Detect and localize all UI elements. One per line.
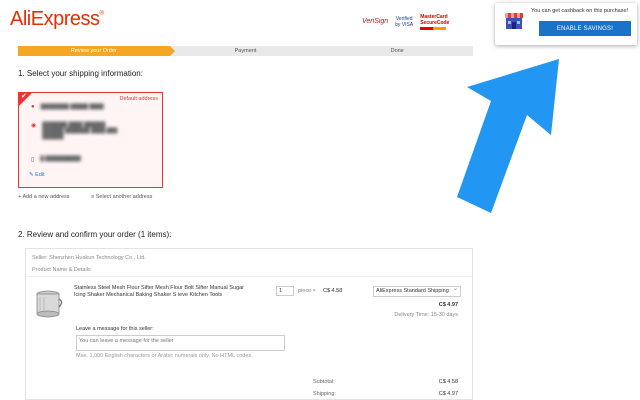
message-hint: Max. 1,000 English characters or Arabic …: [76, 353, 253, 359]
enable-savings-button[interactable]: ENABLE SAVINGS!: [539, 21, 631, 36]
delivery-time: Delivery Time: 15-30 days: [394, 312, 458, 318]
product-details-header: Product Name & Details: [32, 267, 91, 273]
aliexpress-logo[interactable]: AliExpress®: [10, 8, 104, 31]
select-another-address-link[interactable]: ≡ Select another address: [91, 194, 152, 200]
shipping-total-label: Shipping:: [313, 391, 336, 397]
divider: [26, 276, 472, 277]
address-phone-redacted: █ ██████████: [40, 156, 81, 162]
checkout-steps: Review your Order Payment Done: [18, 46, 474, 56]
product-name[interactable]: Stainless Steel Mesh Flour Sifter Mesh F…: [74, 285, 246, 299]
step-payment: Payment: [169, 46, 322, 56]
address-street-redacted: ███████ ████ ██████ ██████ ███████ ████ █…: [42, 122, 118, 140]
address-name-redacted: ████████ █████ ████: [40, 104, 104, 110]
step-done: Done: [321, 46, 474, 56]
address-name-row: ● ████████ █████ ████: [31, 104, 104, 110]
address-phone-row: ▯ █ ██████████: [31, 156, 81, 163]
cashback-popup: You can get cashback on this purchase! E…: [495, 3, 637, 45]
store-icon: [505, 13, 523, 29]
address-street-row: ◉ ███████ ████ ██████ ██████ ███████ ████…: [31, 122, 117, 140]
unit-price: C$ 4.58: [323, 288, 343, 294]
step-review-order: Review your Order: [18, 46, 175, 56]
user-icon: ●: [31, 104, 35, 110]
message-label: Leave a message for this seller:: [76, 326, 154, 332]
product-image[interactable]: [34, 287, 64, 319]
shipping-method-select[interactable]: AliExpress Standard Shipping: [373, 285, 461, 297]
location-pin-icon: ◉: [31, 123, 37, 129]
verisign-badge: VeriSign: [362, 18, 389, 25]
phone-icon: ▯: [31, 157, 35, 163]
order-panel: Seller: Shenzhen Huakun Technology Co., …: [25, 248, 473, 400]
edit-address-link[interactable]: ✎ Edit: [29, 172, 45, 178]
subtotal-label: Subtotal:: [313, 379, 335, 385]
shipping-price: C$ 4.97: [438, 302, 458, 308]
shipping-section-title: 1. Select your shipping information:: [18, 69, 143, 78]
arrow-up-right-icon: [457, 59, 559, 213]
default-address-label: Default address: [119, 96, 158, 102]
address-card[interactable]: ✔ Default address ● ████████ █████ ████ …: [18, 92, 163, 188]
add-new-address-link[interactable]: + Add a new address: [18, 194, 70, 200]
cashback-text: You can get cashback on this purchase!: [531, 8, 629, 14]
seller-message-input[interactable]: [76, 335, 285, 351]
order-section-title: 2. Review and confirm your order (1 item…: [18, 230, 172, 239]
verified-by-visa-badge: Verified by VISA: [395, 16, 414, 28]
payment-badges: VeriSign Verified by VISA MasterCard Sec…: [362, 14, 449, 30]
check-icon: ✔: [21, 93, 27, 100]
subtotal-value: C$ 4.58: [438, 379, 458, 385]
mastercard-securecode-badge: MasterCard SecureCode: [420, 14, 449, 30]
seller-name[interactable]: Seller: Shenzhen Huakun Technology Co., …: [32, 255, 146, 261]
shipping-total-value: C$ 4.97: [438, 391, 458, 397]
quantity-input[interactable]: 1: [276, 286, 294, 296]
quantity-unit: piece ×: [298, 288, 316, 294]
